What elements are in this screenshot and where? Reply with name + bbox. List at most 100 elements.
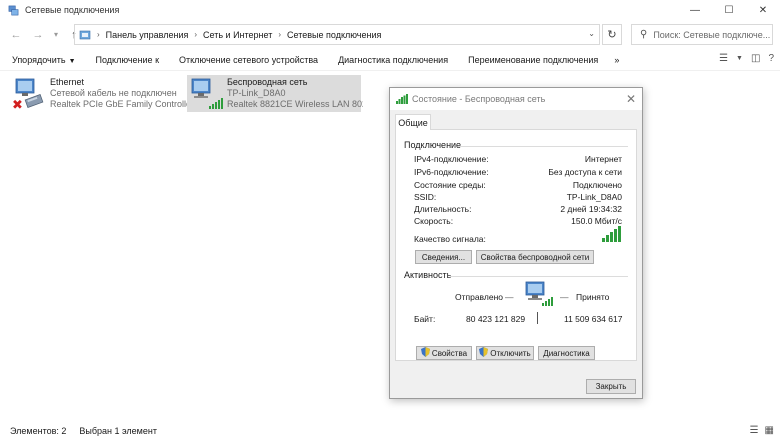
disconnected-x-icon: ✖ [12, 97, 23, 112]
organize-label: Упорядочить [12, 55, 66, 65]
status-row-duration: Длительность: 2 дней 19:34:32 [414, 204, 622, 214]
maximize-button[interactable]: ☐ [712, 0, 746, 20]
selected-count: Выбран 1 элемент [79, 426, 157, 436]
row-label: Длительность: [414, 204, 472, 214]
control-panel-icon [79, 30, 91, 39]
search-input[interactable]: ⚲ Поиск: Сетевые подключе... [631, 24, 773, 45]
view-dropdown-icon[interactable]: ▼ [736, 55, 743, 62]
sent-label: Отправлено [455, 292, 503, 302]
row-label: IPv6-подключение: [414, 167, 489, 177]
signal-quality-bars-icon [602, 226, 621, 242]
row-value: TP-Link_D8A0 [566, 192, 622, 202]
title-bar: Сетевые подключения — ☐ ✕ [0, 0, 780, 20]
rename-button[interactable]: Переименование подключения [458, 55, 608, 65]
adapter-name: Realtek PCIe GbE Family Controller [50, 99, 195, 109]
general-tab-panel: Подключение IPv4-подключение: Интернет I… [395, 129, 637, 361]
row-label: SSID: [414, 192, 437, 202]
search-placeholder: Поиск: Сетевые подключе... [653, 29, 771, 40]
shield-icon [420, 347, 430, 359]
properties-label: Свойства [431, 348, 468, 358]
status-bar: Элементов: 2 Выбран 1 элемент ☰ ▦ [0, 423, 780, 439]
tab-general[interactable]: Общие [395, 114, 431, 130]
group-divider [450, 276, 628, 277]
items-count: Элементов: 2 [10, 426, 67, 436]
dialog-title: Состояние - Беспроводная сеть [412, 94, 546, 104]
wireless-status-dialog: Состояние - Беспроводная сеть ✕ Общие По… [389, 87, 643, 399]
activity-computer-icon [525, 281, 553, 306]
details-button[interactable]: Сведения... [415, 250, 472, 264]
forward-arrow-icon[interactable]: → [30, 27, 46, 43]
wireless-properties-button[interactable]: Свойства беспроводной сети [476, 250, 594, 264]
address-dropdown-icon[interactable]: ⌄ [588, 29, 595, 38]
sent-dash: — [505, 292, 514, 302]
dialog-title-bar: Состояние - Беспроводная сеть ✕ [390, 88, 642, 110]
minimize-button[interactable]: — [678, 0, 712, 20]
row-value: Интернет [584, 154, 622, 164]
connection-name: Беспроводная сеть [227, 77, 308, 87]
help-icon[interactable]: ? [768, 53, 774, 64]
details-view-icon[interactable]: ☰ [750, 425, 759, 436]
recent-locations-icon[interactable]: ▾ [48, 27, 64, 43]
signal-strength-icon [396, 94, 408, 104]
refresh-icon[interactable]: ↻ [602, 24, 622, 45]
address-bar[interactable]: › Панель управления › Сеть и Интернет › … [74, 24, 600, 45]
more-commands-button[interactable]: » [608, 55, 625, 65]
command-bar: Упорядочить ▼ Подключение к Отключение се… [0, 50, 780, 71]
large-icons-view-icon[interactable]: ▦ [765, 425, 774, 436]
disable-device-button[interactable]: Отключение сетевого устройства [169, 55, 328, 65]
activity-divider [537, 312, 538, 324]
navigation-bar: ← → ▾ ↑ › Панель управления › Сеть и Инт… [0, 21, 780, 48]
row-label: Состояние среды: [414, 180, 486, 190]
row-value: 150.0 Мбит/с [571, 216, 622, 226]
bytes-sent: 80 423 121 829 [466, 314, 526, 324]
row-label: Скорость: [414, 216, 454, 226]
window-title: Сетевые подключения [25, 5, 120, 15]
connect-to-button[interactable]: Подключение к [86, 55, 170, 65]
connection-item-ethernet[interactable]: ✖ Ethernet Сетевой кабель не подключен R… [12, 77, 194, 112]
network-connections-icon [8, 5, 19, 15]
connection-name: Ethernet [50, 77, 85, 87]
row-label: IPv4-подключение: [414, 154, 489, 164]
received-label: Принято [576, 292, 610, 302]
close-dialog-button[interactable]: Закрыть [586, 379, 636, 394]
properties-button[interactable]: Свойства [416, 346, 472, 360]
wireless-adapter-icon [191, 78, 223, 109]
received-dash: — [560, 292, 569, 302]
diagnose-dialog-button[interactable]: Диагностика [538, 346, 595, 360]
signal-quality-label: Качество сигнала: [414, 234, 486, 244]
status-row-speed: Скорость: 150.0 Мбит/с [414, 216, 622, 226]
organize-button[interactable]: Упорядочить ▼ [0, 55, 86, 65]
shield-icon [479, 347, 489, 359]
connection-status: Сетевой кабель не подключен [50, 88, 177, 98]
breadcrumb-separator: › [194, 30, 198, 39]
row-value: Подключено [572, 180, 622, 190]
activity-group-label: Активность [404, 270, 452, 280]
breadcrumb-control-panel[interactable]: Панель управления [106, 30, 189, 40]
group-divider [458, 146, 628, 147]
breadcrumb-network-internet[interactable]: Сеть и Интернет [203, 30, 272, 40]
bytes-received: 11 509 634 617 [564, 314, 623, 324]
row-value: 2 дней 19:34:32 [560, 204, 622, 214]
chevron-down-icon: ▼ [68, 58, 76, 65]
back-arrow-icon[interactable]: ← [8, 27, 24, 43]
status-row-media: Состояние среды: Подключено [414, 180, 622, 190]
disable-button[interactable]: Отключить [476, 346, 534, 360]
adapter-name: Realtek 8821CE Wireless LAN 802.... [227, 99, 363, 109]
diagnose-button[interactable]: Диагностика подключения [328, 55, 458, 65]
breadcrumb-network-connections[interactable]: Сетевые подключения [287, 30, 381, 40]
change-view-icon[interactable]: ☰ [719, 53, 728, 64]
connection-ssid: TP-Link_D8A0 [227, 88, 286, 98]
close-button[interactable]: ✕ [746, 0, 780, 20]
connection-item-wireless[interactable]: Беспроводная сеть TP-Link_D8A0 Realtek 8… [187, 75, 363, 112]
breadcrumb-separator: › [97, 30, 100, 39]
status-row-ssid: SSID: TP-Link_D8A0 [414, 192, 622, 202]
dialog-close-icon[interactable]: ✕ [626, 92, 636, 106]
preview-pane-icon[interactable]: ◫ [751, 53, 760, 64]
search-icon: ⚲ [640, 29, 648, 40]
status-row-ipv6: IPv6-подключение: Без доступа к сети [414, 167, 622, 177]
row-value: Без доступа к сети [548, 167, 622, 177]
bytes-label: Байт: [414, 314, 436, 324]
breadcrumb-separator: › [278, 30, 282, 39]
disable-label: Отключить [490, 348, 531, 358]
status-row-ipv4: IPv4-подключение: Интернет [414, 154, 622, 164]
